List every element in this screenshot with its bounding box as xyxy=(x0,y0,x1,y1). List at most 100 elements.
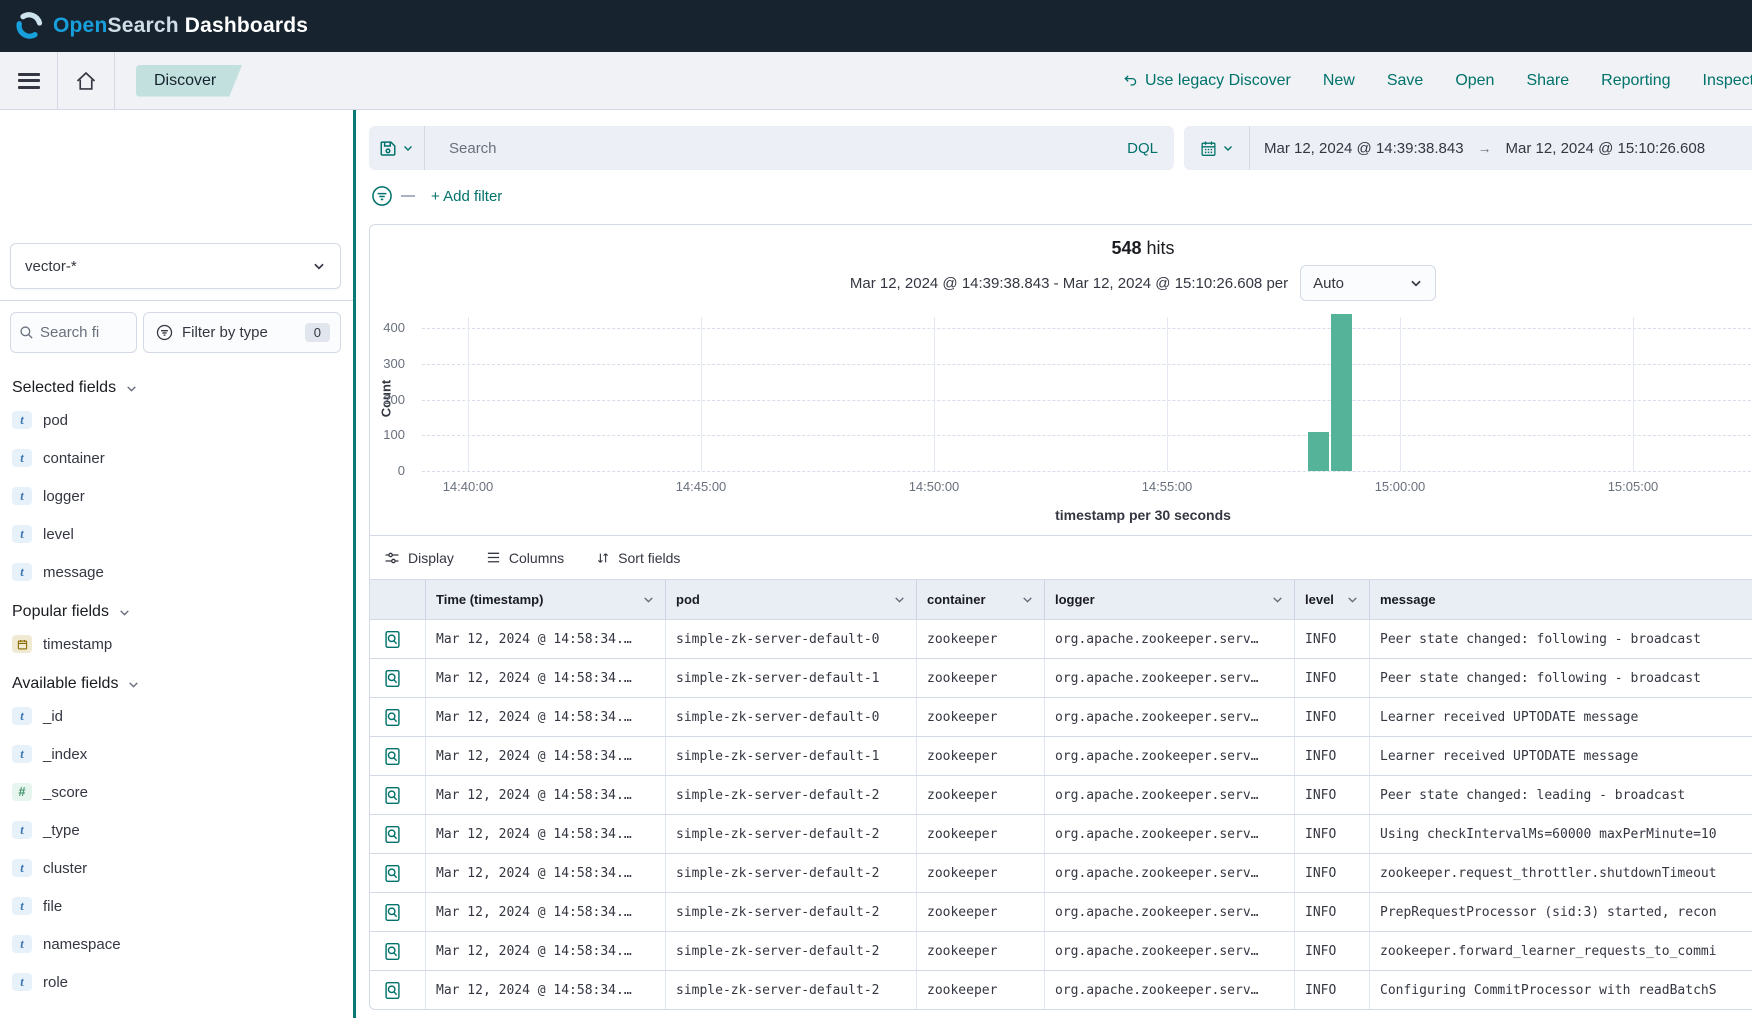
filter-by-type-button[interactable]: Filter by type 0 xyxy=(143,312,341,353)
field-item-_type[interactable]: t_type xyxy=(12,811,343,849)
cell-container: zookeeper xyxy=(917,893,1045,931)
inspect-document-icon xyxy=(383,669,402,688)
filter-circle-icon xyxy=(156,324,173,341)
menu-hamburger-button[interactable] xyxy=(0,52,57,109)
field-item-_score[interactable]: #_score xyxy=(12,773,343,811)
table-header-container[interactable]: container xyxy=(917,580,1045,619)
y-tick-label: 200 xyxy=(370,392,414,407)
saved-queries-button[interactable] xyxy=(369,126,425,170)
chevron-down-icon xyxy=(1271,593,1284,606)
home-button[interactable] xyxy=(58,52,114,109)
cell-pod: simple-zk-server-default-2 xyxy=(666,971,917,1009)
sort-fields-button[interactable]: Sort fields xyxy=(596,550,680,566)
inspect-document-icon xyxy=(383,981,402,1000)
date-range-start[interactable]: Mar 12, 2024 @ 14:39:38.843 xyxy=(1264,140,1464,157)
gridline xyxy=(468,317,469,471)
field-name: _score xyxy=(43,784,88,801)
table-row: Mar 12, 2024 @ 14:58:34.…simple-zk-serve… xyxy=(370,736,1752,775)
table-header-level[interactable]: level xyxy=(1295,580,1370,619)
date-quick-select-button[interactable] xyxy=(1184,126,1250,170)
cell-logger: org.apache.zookeeper.serv… xyxy=(1045,737,1295,775)
filter-bar: + Add filter xyxy=(371,179,1752,213)
search-input[interactable] xyxy=(425,140,1111,157)
table-row: Mar 12, 2024 @ 14:58:34.…simple-zk-serve… xyxy=(370,814,1752,853)
opensearch-logo-icon[interactable] xyxy=(14,11,44,41)
cell-pod: simple-zk-server-default-1 xyxy=(666,659,917,697)
section-heading-selected-fields[interactable]: Selected fields xyxy=(12,375,343,401)
nav-action-reporting[interactable]: Reporting xyxy=(1601,72,1670,90)
field-item-cluster[interactable]: tcluster xyxy=(12,849,343,887)
cell-container: zookeeper xyxy=(917,659,1045,697)
table-header-message[interactable]: message xyxy=(1370,580,1752,619)
cell-level: INFO xyxy=(1295,659,1370,697)
expand-document-button[interactable] xyxy=(370,932,426,970)
sort-arrows-icon xyxy=(596,551,610,565)
field-name: namespace xyxy=(43,936,121,953)
field-item-timestamp[interactable]: timestamp xyxy=(12,625,343,663)
field-item-container[interactable]: tcontainer xyxy=(12,439,343,477)
discover-main: DQL Mar 12, 2024 @ 14:39:38.843 xyxy=(356,110,1752,1018)
cell-time: Mar 12, 2024 @ 14:58:34.… xyxy=(426,620,666,658)
app-title: OpenSearchDashboards xyxy=(53,14,308,38)
chevron-down-icon xyxy=(893,593,906,606)
field-item-role[interactable]: trole xyxy=(12,963,343,1001)
field-type-string-icon: t xyxy=(12,973,32,991)
expand-document-button[interactable] xyxy=(370,854,426,892)
expand-document-button[interactable] xyxy=(370,620,426,658)
cell-time: Mar 12, 2024 @ 14:58:34.… xyxy=(426,893,666,931)
nav-action-new[interactable]: New xyxy=(1323,72,1355,90)
field-item-_id[interactable]: t_id xyxy=(12,697,343,735)
field-item-pod[interactable]: tpod xyxy=(12,401,343,439)
date-range-end[interactable]: Mar 12, 2024 @ 15:10:26.608 xyxy=(1506,140,1706,157)
section-heading-available-fields[interactable]: Available fields xyxy=(12,671,343,697)
cell-pod: simple-zk-server-default-0 xyxy=(666,620,917,658)
expand-document-button[interactable] xyxy=(370,971,426,1009)
field-item-message[interactable]: tmessage xyxy=(12,553,343,591)
field-type-string-icon: t xyxy=(12,563,32,581)
cell-container: zookeeper xyxy=(917,854,1045,892)
cell-message: Peer state changed: following - broadcas… xyxy=(1370,620,1752,658)
table-header-pod[interactable]: pod xyxy=(666,580,917,619)
expand-document-button[interactable] xyxy=(370,737,426,775)
table-header-row: Time (timestamp)podcontainerloggerlevelm… xyxy=(370,579,1752,619)
nav-action-inspect[interactable]: Inspect xyxy=(1703,72,1752,90)
display-button[interactable]: Display xyxy=(384,550,454,566)
field-item-file[interactable]: tfile xyxy=(12,887,343,925)
filter-circle-icon[interactable] xyxy=(371,185,393,207)
query-language-button[interactable]: DQL xyxy=(1111,140,1174,157)
nav-action-save[interactable]: Save xyxy=(1387,72,1423,90)
nav-action-share[interactable]: Share xyxy=(1526,72,1569,90)
field-item-namespace[interactable]: tnamespace xyxy=(12,925,343,963)
expand-document-button[interactable] xyxy=(370,776,426,814)
cell-time: Mar 12, 2024 @ 14:58:34.… xyxy=(426,737,666,775)
expand-document-button[interactable] xyxy=(370,893,426,931)
cell-pod: simple-zk-server-default-2 xyxy=(666,776,917,814)
field-search-input[interactable] xyxy=(40,324,128,341)
field-item-level[interactable]: tlevel xyxy=(12,515,343,553)
breadcrumb-discover[interactable]: Discover xyxy=(136,65,242,97)
columns-button[interactable]: Columns xyxy=(486,550,564,566)
expand-document-button[interactable] xyxy=(370,698,426,736)
inspect-document-icon xyxy=(383,747,402,766)
table-header-time-timestamp-[interactable]: Time (timestamp) xyxy=(426,580,666,619)
cell-logger: org.apache.zookeeper.serv… xyxy=(1045,893,1295,931)
table-row: Mar 12, 2024 @ 14:58:34.…simple-zk-serve… xyxy=(370,931,1752,970)
nav-action-use-legacy-discover[interactable]: Use legacy Discover xyxy=(1123,72,1291,90)
expand-document-button[interactable] xyxy=(370,815,426,853)
histogram-bar-14:58:00[interactable] xyxy=(1308,432,1329,471)
table-header-logger[interactable]: logger xyxy=(1045,580,1295,619)
results-panel: 548 hits Mar 12, 2024 @ 14:39:38.843 - M… xyxy=(369,224,1752,1010)
field-item-logger[interactable]: tlogger xyxy=(12,477,343,515)
filter-by-type-label: Filter by type xyxy=(182,324,268,341)
index-pattern-select[interactable]: vector-* xyxy=(10,243,341,289)
field-item-_index[interactable]: t_index xyxy=(12,735,343,773)
add-filter-button[interactable]: + Add filter xyxy=(431,188,502,205)
histogram-bar-14:58:30[interactable] xyxy=(1331,314,1352,471)
expand-document-button[interactable] xyxy=(370,659,426,697)
interval-select[interactable]: Auto xyxy=(1300,265,1436,301)
nav-action-open[interactable]: Open xyxy=(1455,72,1494,90)
index-pattern-value: vector-* xyxy=(25,258,77,275)
gridline xyxy=(422,471,1752,472)
section-heading-popular-fields[interactable]: Popular fields xyxy=(12,599,343,625)
cell-logger: org.apache.zookeeper.serv… xyxy=(1045,971,1295,1009)
